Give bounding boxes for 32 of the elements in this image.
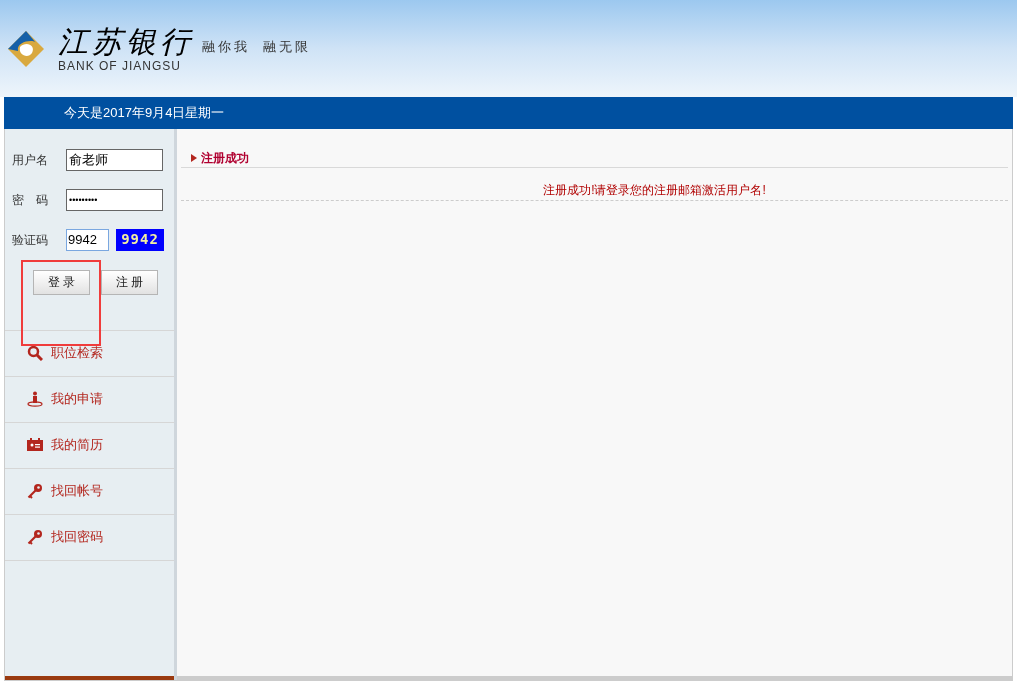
nav-link[interactable]: 职位检索	[5, 330, 174, 377]
captcha-image: 9942	[116, 228, 164, 251]
captcha-input[interactable]: 9942	[66, 228, 109, 251]
success-message: 注册成功!请登录您的注册邮箱激活用户名!	[542, 182, 766, 199]
nav-link[interactable]: 我的申请	[5, 376, 174, 423]
nav-label: 找回密码	[51, 528, 103, 547]
logo-icon	[6, 28, 46, 69]
triangle-icon	[191, 153, 197, 162]
key-icon	[27, 529, 43, 545]
nav-link[interactable]: 找回帐号	[5, 468, 174, 515]
register-button[interactable]: 注 册	[101, 269, 158, 295]
password-input[interactable]: •••••••••	[66, 188, 163, 211]
login-button[interactable]: 登 录	[33, 269, 90, 295]
nav-link[interactable]: 我的简历	[5, 422, 174, 469]
key-icon	[27, 483, 43, 499]
nav-label: 我的申请	[51, 390, 103, 409]
person-icon	[27, 391, 43, 407]
logo-text: 江苏银行	[58, 24, 194, 59]
slogan-text: 融你我 融无限	[202, 37, 312, 56]
nav-label: 我的简历	[51, 436, 103, 455]
field-label: 验证码	[12, 231, 49, 249]
nav-link[interactable]: 找回密码	[5, 514, 174, 561]
field-label: 密 码	[12, 191, 49, 209]
search-icon	[27, 345, 43, 361]
section-title: 注册成功	[201, 149, 249, 167]
nav-label: 找回帐号	[51, 482, 103, 501]
logo-subtitle: BANK OF JIANGSU	[58, 58, 183, 73]
nav-label: 职位检索	[51, 344, 103, 363]
id-card-icon	[27, 438, 43, 452]
field-label: 用户名	[12, 151, 49, 169]
username-input[interactable]: 俞老师	[66, 148, 163, 171]
date-text: 今天是2017年9月4日星期一	[64, 104, 225, 123]
